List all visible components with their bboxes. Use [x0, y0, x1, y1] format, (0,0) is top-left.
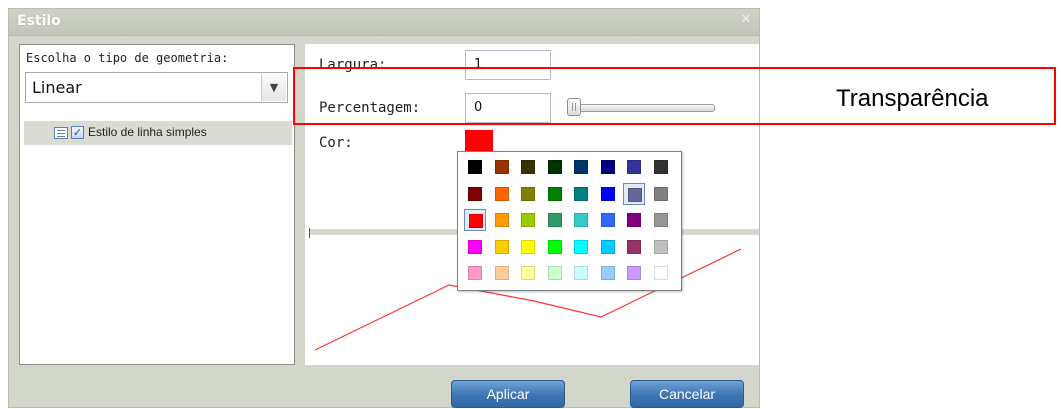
chevron-down-icon[interactable]: ▼ [261, 74, 286, 101]
palette-color-swatch [653, 160, 668, 174]
tree-item-checkbox[interactable]: ✓ [71, 126, 84, 139]
palette-color-swatch [627, 213, 641, 227]
palette-color-swatch [494, 266, 509, 280]
palette-color-swatch [547, 266, 562, 280]
palette-color-swatch [494, 160, 509, 174]
palette-color-swatch [574, 160, 588, 174]
palette-color-swatch [468, 160, 482, 174]
palette-color-cell[interactable] [464, 156, 486, 178]
cancel-button[interactable]: Cancelar [630, 380, 744, 408]
palette-color-cell[interactable] [491, 262, 513, 284]
palette-color-swatch [653, 239, 668, 254]
palette-color-cell[interactable] [623, 236, 645, 258]
palette-color-cell[interactable] [597, 209, 619, 231]
palette-color-cell[interactable] [544, 209, 566, 231]
palette-color-swatch [628, 187, 642, 202]
palette-color-cell[interactable] [623, 209, 645, 231]
palette-color-swatch [521, 160, 535, 174]
palette-color-swatch [653, 186, 668, 201]
palette-color-cell[interactable] [650, 183, 672, 205]
geometry-type-select[interactable]: Linear ▼ [25, 72, 288, 103]
palette-color-swatch [547, 160, 562, 174]
palette-color-cell[interactable] [623, 156, 645, 178]
palette-color-cell[interactable] [517, 209, 539, 231]
palette-color-cell[interactable] [544, 156, 566, 178]
palette-color-swatch [547, 239, 562, 254]
palette-color-swatch [521, 213, 535, 227]
tree-item-simple-line-style[interactable]: ✓ Estilo de linha simples [24, 121, 292, 145]
palette-color-cell[interactable] [650, 236, 672, 258]
palette-color-cell[interactable] [491, 183, 513, 205]
dialog-title: Estilo [17, 13, 61, 29]
palette-color-cell[interactable] [570, 209, 592, 231]
palette-color-swatch [600, 213, 615, 227]
palette-color-cell[interactable] [517, 236, 539, 258]
palette-color-cell[interactable] [464, 262, 486, 284]
palette-color-swatch [469, 214, 483, 228]
palette-color-swatch [521, 186, 535, 201]
close-icon[interactable]: ✕ [739, 13, 753, 27]
transparency-annotation: Transparência [836, 85, 989, 112]
palette-color-swatch [494, 239, 509, 254]
palette-color-cell[interactable] [623, 262, 645, 284]
palette-color-swatch [468, 266, 482, 280]
palette-color-swatch [547, 186, 562, 201]
palette-color-cell[interactable] [517, 183, 539, 205]
palette-color-cell[interactable] [597, 262, 619, 284]
palette-color-swatch [600, 266, 615, 280]
palette-color-swatch [547, 213, 562, 227]
dialog-titlebar[interactable]: Estilo ✕ [9, 9, 759, 36]
palette-color-cell[interactable] [544, 236, 566, 258]
palette-color-cell[interactable] [491, 156, 513, 178]
palette-color-cell[interactable] [544, 183, 566, 205]
palette-color-swatch [574, 239, 588, 254]
apply-button[interactable]: Aplicar [451, 380, 565, 408]
palette-color-cell[interactable] [464, 209, 486, 231]
palette-color-cell[interactable] [491, 209, 513, 231]
palette-color-cell[interactable] [650, 156, 672, 178]
color-palette-popup [457, 151, 682, 291]
geometry-type-label: Escolha o tipo de geometria: [26, 51, 229, 65]
palette-color-swatch [521, 239, 535, 254]
palette-color-swatch [653, 213, 668, 227]
palette-color-cell[interactable] [517, 156, 539, 178]
palette-color-swatch [494, 213, 509, 227]
palette-color-cell[interactable] [570, 156, 592, 178]
palette-color-cell[interactable] [650, 209, 672, 231]
palette-color-swatch [627, 160, 641, 174]
palette-color-swatch [574, 213, 588, 227]
palette-color-swatch [574, 266, 588, 280]
palette-color-cell[interactable] [570, 236, 592, 258]
palette-color-swatch [468, 239, 482, 254]
palette-color-swatch [600, 160, 615, 174]
palette-color-cell[interactable] [623, 182, 645, 205]
palette-color-swatch [574, 186, 588, 201]
palette-color-cell[interactable] [544, 262, 566, 284]
geometry-panel: Escolha o tipo de geometria: Linear ▼ ✓ … [19, 44, 295, 365]
palette-color-swatch [468, 186, 482, 201]
palette-color-swatch [600, 186, 615, 201]
palette-color-swatch [521, 266, 535, 280]
palette-color-cell[interactable] [570, 183, 592, 205]
palette-color-cell[interactable] [491, 236, 513, 258]
palette-color-swatch [627, 266, 641, 280]
geometry-type-value: Linear [32, 78, 82, 97]
palette-color-swatch [600, 239, 615, 254]
tree-item-label: Estilo de linha simples [88, 125, 207, 139]
palette-color-swatch [653, 266, 668, 280]
palette-color-cell[interactable] [597, 183, 619, 205]
palette-color-cell[interactable] [570, 262, 592, 284]
palette-color-cell[interactable] [464, 183, 486, 205]
color-label: Cor: [319, 135, 353, 151]
style-list-icon [54, 127, 68, 139]
palette-color-cell[interactable] [650, 262, 672, 284]
palette-color-cell[interactable] [597, 156, 619, 178]
palette-color-swatch [494, 186, 509, 201]
palette-color-cell[interactable] [464, 236, 486, 258]
palette-color-cell[interactable] [597, 236, 619, 258]
palette-color-cell[interactable] [517, 262, 539, 284]
palette-color-swatch [627, 239, 641, 254]
